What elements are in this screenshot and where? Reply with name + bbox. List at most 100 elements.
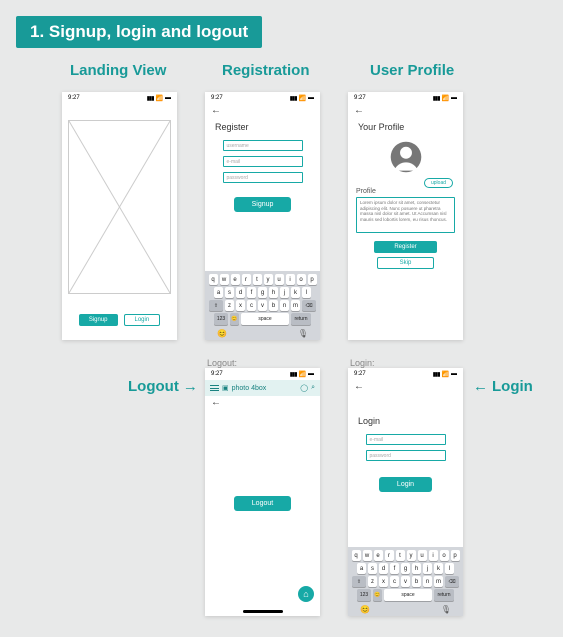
email-field[interactable]: e-mail — [223, 156, 303, 167]
key-f[interactable]: f — [390, 563, 399, 574]
password-field[interactable]: password — [223, 172, 303, 183]
key-w[interactable]: w — [220, 274, 229, 285]
key-l[interactable]: l — [302, 287, 311, 298]
emoji-icon[interactable]: 😊 — [217, 329, 227, 338]
key-backspace[interactable]: ⌫ — [445, 576, 459, 587]
skip-button[interactable]: Skip — [377, 257, 435, 269]
login-submit-button[interactable]: Login — [379, 477, 432, 492]
key-shift[interactable]: ⇧ — [209, 300, 223, 311]
logout-button[interactable]: Logout — [234, 496, 291, 511]
key-p[interactable]: p — [451, 550, 460, 561]
key-h[interactable]: h — [412, 563, 421, 574]
key-n[interactable]: n — [423, 576, 432, 587]
key-u[interactable]: u — [418, 550, 427, 561]
key-k[interactable]: k — [434, 563, 443, 574]
soft-keyboard[interactable]: qwertyuiop asdfghjkl ⇧zxcvbnm⌫ 123 😊 spa… — [348, 547, 463, 616]
key-123[interactable]: 123 — [214, 313, 228, 325]
key-return[interactable]: return — [434, 589, 454, 601]
key-space[interactable]: space — [241, 313, 289, 325]
key-o[interactable]: o — [440, 550, 449, 561]
key-c[interactable]: c — [247, 300, 256, 311]
login-email-field[interactable]: e-mail — [366, 434, 446, 445]
register-button[interactable]: Register — [374, 241, 436, 253]
key-return[interactable]: return — [291, 313, 311, 325]
key-o[interactable]: o — [297, 274, 306, 285]
home-fab[interactable]: ⌂ — [298, 586, 314, 602]
login-label-text: Login — [492, 378, 533, 395]
status-bar: 9:27 ▮▮▮📶▬ — [348, 92, 463, 104]
key-a[interactable]: a — [214, 287, 223, 298]
key-k[interactable]: k — [291, 287, 300, 298]
profile-textarea[interactable]: Lorem ipsum dolor sit amet, consectetur … — [356, 197, 455, 233]
key-u[interactable]: u — [275, 274, 284, 285]
signup-submit-button[interactable]: Signup — [234, 197, 292, 212]
upload-button[interactable]: upload — [424, 178, 453, 188]
key-shift[interactable]: ⇧ — [352, 576, 366, 587]
key-emoji[interactable]: 😊 — [373, 589, 382, 601]
key-x[interactable]: x — [379, 576, 388, 587]
avatar-icon[interactable]: ◯ — [300, 384, 308, 392]
key-d[interactable]: d — [236, 287, 245, 298]
key-p[interactable]: p — [308, 274, 317, 285]
soft-keyboard[interactable]: qwertyuiop asdfghjkl ⇧zxcvbnm⌫ 123 😊 spa… — [205, 271, 320, 340]
signup-button[interactable]: Signup — [79, 314, 118, 326]
back-arrow-icon[interactable]: ← — [348, 380, 463, 392]
hamburger-icon[interactable] — [210, 384, 219, 393]
key-e[interactable]: e — [231, 274, 240, 285]
status-bar: 9:27 ▮▮▮📶▬ — [348, 368, 463, 380]
key-b[interactable]: b — [412, 576, 421, 587]
key-123[interactable]: 123 — [357, 589, 371, 601]
key-r[interactable]: r — [385, 550, 394, 561]
key-r[interactable]: r — [242, 274, 251, 285]
status-bar: 9:27 ▮▮▮📶▬ — [205, 92, 320, 104]
search-icon[interactable]: ⌕ — [311, 384, 315, 392]
key-e[interactable]: e — [374, 550, 383, 561]
login-button[interactable]: Login — [124, 314, 161, 326]
key-v[interactable]: v — [258, 300, 267, 311]
key-y[interactable]: y — [264, 274, 273, 285]
key-z[interactable]: z — [368, 576, 377, 587]
phone-landing: 9:27 ▮▮▮ 📶 ▬ Signup Login — [62, 92, 177, 340]
key-i[interactable]: i — [286, 274, 295, 285]
key-l[interactable]: l — [445, 563, 454, 574]
key-n[interactable]: n — [280, 300, 289, 311]
key-z[interactable]: z — [225, 300, 234, 311]
key-j[interactable]: j — [423, 563, 432, 574]
back-arrow-icon[interactable]: ← — [348, 104, 463, 116]
key-b[interactable]: b — [269, 300, 278, 311]
key-g[interactable]: g — [401, 563, 410, 574]
username-field[interactable]: username — [223, 140, 303, 151]
key-space[interactable]: space — [384, 589, 432, 601]
login-password-field[interactable]: password — [366, 450, 446, 461]
key-y[interactable]: y — [407, 550, 416, 561]
key-emoji[interactable]: 😊 — [230, 313, 239, 325]
mic-icon[interactable]: 🎙 — [298, 329, 308, 338]
back-arrow-icon[interactable]: ← — [205, 104, 320, 116]
back-arrow-icon[interactable]: ← — [205, 396, 320, 408]
key-f[interactable]: f — [247, 287, 256, 298]
key-g[interactable]: g — [258, 287, 267, 298]
key-d[interactable]: d — [379, 563, 388, 574]
key-q[interactable]: q — [352, 550, 361, 561]
key-s[interactable]: s — [225, 287, 234, 298]
key-m[interactable]: m — [434, 576, 443, 587]
profile-section-label: Profile — [356, 188, 455, 195]
key-v[interactable]: v — [401, 576, 410, 587]
key-s[interactable]: s — [368, 563, 377, 574]
key-i[interactable]: i — [429, 550, 438, 561]
key-j[interactable]: j — [280, 287, 289, 298]
key-x[interactable]: x — [236, 300, 245, 311]
key-t[interactable]: t — [396, 550, 405, 561]
key-backspace[interactable]: ⌫ — [302, 300, 316, 311]
signal-icon: ▮▮▮ — [147, 95, 154, 102]
mic-icon[interactable]: 🎙 — [441, 605, 451, 614]
key-m[interactable]: m — [291, 300, 300, 311]
key-c[interactable]: c — [390, 576, 399, 587]
key-h[interactable]: h — [269, 287, 278, 298]
key-q[interactable]: q — [209, 274, 218, 285]
emoji-icon[interactable]: 😊 — [360, 605, 370, 614]
key-a[interactable]: a — [357, 563, 366, 574]
keyboard-row-1: qwertyuiop — [350, 550, 461, 561]
key-t[interactable]: t — [253, 274, 262, 285]
key-w[interactable]: w — [363, 550, 372, 561]
